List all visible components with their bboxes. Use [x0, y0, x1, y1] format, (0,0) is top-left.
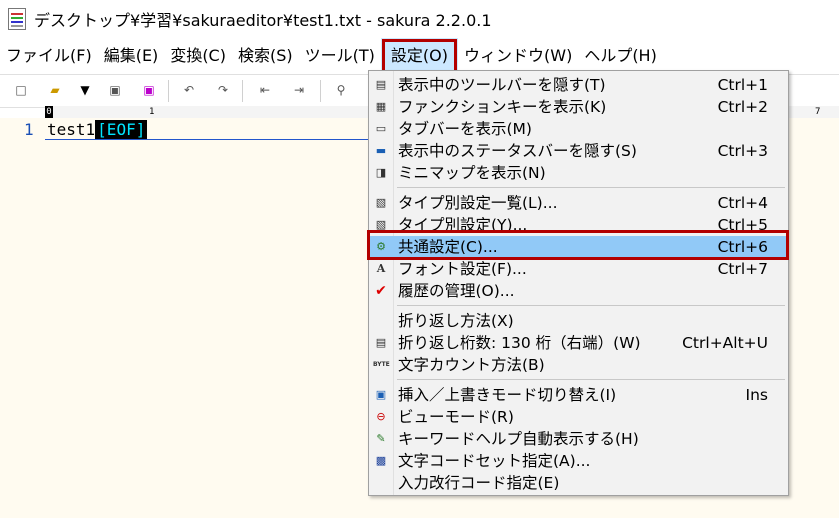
- save-icon[interactable]: ▣: [106, 81, 124, 99]
- checkmark-icon: ✔: [375, 283, 387, 299]
- menu-search[interactable]: 検索(S): [232, 38, 299, 74]
- menu-item-type-settings-list[interactable]: ▧ タイプ別設定一覧(L)... Ctrl+4: [369, 192, 788, 214]
- insert-mode-icon: ▣: [375, 388, 387, 401]
- menu-item-history-management[interactable]: ✔ 履歴の管理(O)...: [369, 280, 788, 302]
- menu-item-insert-overwrite[interactable]: ▣ 挿入／上書きモード切り替え(I) Ins: [369, 384, 788, 406]
- eof-marker: [EOF]: [95, 120, 148, 139]
- minimap-icon: ◨: [375, 166, 387, 179]
- menu-item-wrap-method[interactable]: 折り返し方法(X): [369, 310, 788, 332]
- find-icon[interactable]: ⚲: [332, 81, 350, 99]
- ruler-mark-10: 1: [149, 107, 155, 117]
- title-bar: デスクトップ¥学習¥sakuraeditor¥test1.txt - sakur…: [0, 0, 839, 38]
- font-icon: A: [376, 262, 386, 275]
- menu-separator: [397, 187, 785, 188]
- jump-back-icon[interactable]: ⇤: [256, 81, 274, 99]
- type-list-icon: ▧: [375, 196, 387, 209]
- menu-item-show-minimap[interactable]: ◨ ミニマップを表示(N): [369, 162, 788, 184]
- menu-bar: ファイル(F) 編集(E) 変換(C) 検索(S) ツール(T) 設定(O) ウ…: [0, 38, 839, 74]
- menu-item-charset[interactable]: ▩ 文字コードセット指定(A)...: [369, 450, 788, 472]
- menu-item-hide-toolbar[interactable]: ▤ 表示中のツールバーを隠す(T) Ctrl+1: [369, 74, 788, 96]
- view-mode-icon: ⊖: [376, 410, 386, 423]
- menu-separator: [397, 305, 785, 306]
- common-settings-icon: ⚙: [376, 240, 386, 253]
- byte-count-icon: BYTE: [373, 361, 390, 368]
- menu-item-font-settings[interactable]: A フォント設定(F)... Ctrl+7: [369, 258, 788, 280]
- tabbar-icon: ▭: [375, 122, 387, 135]
- keyword-help-icon: ✎: [376, 432, 386, 445]
- line-text: test1: [47, 120, 96, 139]
- function-key-icon: ▦: [375, 100, 387, 113]
- statusbar-icon: ▬: [375, 144, 387, 157]
- jump-forward-icon[interactable]: ⇥: [290, 81, 308, 99]
- save-all-icon[interactable]: ▣: [140, 81, 158, 99]
- open-folder-icon[interactable]: ▰: [46, 81, 64, 99]
- menu-separator: [397, 379, 785, 380]
- menu-tools[interactable]: ツール(T): [299, 38, 381, 74]
- menu-item-newline-code[interactable]: 入力改行コード指定(E): [369, 472, 788, 494]
- editor-line[interactable]: test1 [EOF]: [47, 120, 148, 139]
- menu-help[interactable]: ヘルプ(H): [578, 38, 663, 74]
- type-settings-icon: ▧: [375, 218, 387, 231]
- menu-settings[interactable]: 設定(O): [380, 38, 458, 74]
- window-title: デスクトップ¥学習¥sakuraeditor¥test1.txt - sakur…: [34, 11, 492, 30]
- menu-window[interactable]: ウィンドウ(W): [458, 38, 578, 74]
- sakura-app-icon: [8, 8, 26, 30]
- line-number-gutter: [0, 118, 45, 518]
- ruler-mark-70: 7: [815, 107, 821, 117]
- menu-edit[interactable]: 編集(E): [98, 38, 165, 74]
- menu-item-view-mode[interactable]: ⊖ ビューモード(R): [369, 406, 788, 428]
- menu-file[interactable]: ファイル(F): [0, 38, 98, 74]
- menu-item-hide-statusbar[interactable]: ▬ 表示中のステータスバーを隠す(S) Ctrl+3: [369, 140, 788, 162]
- line-number: 1: [24, 120, 34, 139]
- dropdown-arrow-icon[interactable]: ▼: [76, 81, 94, 99]
- menu-item-show-function-keys[interactable]: ▦ ファンクションキーを表示(K) Ctrl+2: [369, 96, 788, 118]
- redo-icon[interactable]: ↷: [214, 81, 232, 99]
- charset-icon: ▩: [375, 454, 387, 467]
- menu-item-keyword-help[interactable]: ✎ キーワードヘルプ自動表示する(H): [369, 428, 788, 450]
- menu-item-show-tabbar[interactable]: ▭ タブバーを表示(M): [369, 118, 788, 140]
- menu-item-common-settings[interactable]: ⚙ 共通設定(C)... Ctrl+6: [369, 236, 788, 258]
- menu-item-type-settings[interactable]: ▧ タイプ別設定(Y)... Ctrl+5: [369, 214, 788, 236]
- menu-convert[interactable]: 変換(C): [164, 38, 232, 74]
- cursor-line-underline: [45, 139, 370, 140]
- menu-item-char-count-method[interactable]: BYTE 文字カウント方法(B): [369, 354, 788, 376]
- menu-item-wrap-width[interactable]: ▤ 折り返し桁数: 130 桁（右端）(W) Ctrl+Alt+U: [369, 332, 788, 354]
- settings-dropdown-menu: ▤ 表示中のツールバーを隠す(T) Ctrl+1 ▦ ファンクションキーを表示(…: [368, 70, 789, 496]
- ruler-start-label: 0: [45, 106, 53, 118]
- new-file-icon[interactable]: □: [12, 81, 30, 99]
- undo-icon[interactable]: ↶: [180, 81, 198, 99]
- toolbar-icon: ▤: [375, 78, 387, 91]
- wrap-width-icon: ▤: [375, 336, 387, 349]
